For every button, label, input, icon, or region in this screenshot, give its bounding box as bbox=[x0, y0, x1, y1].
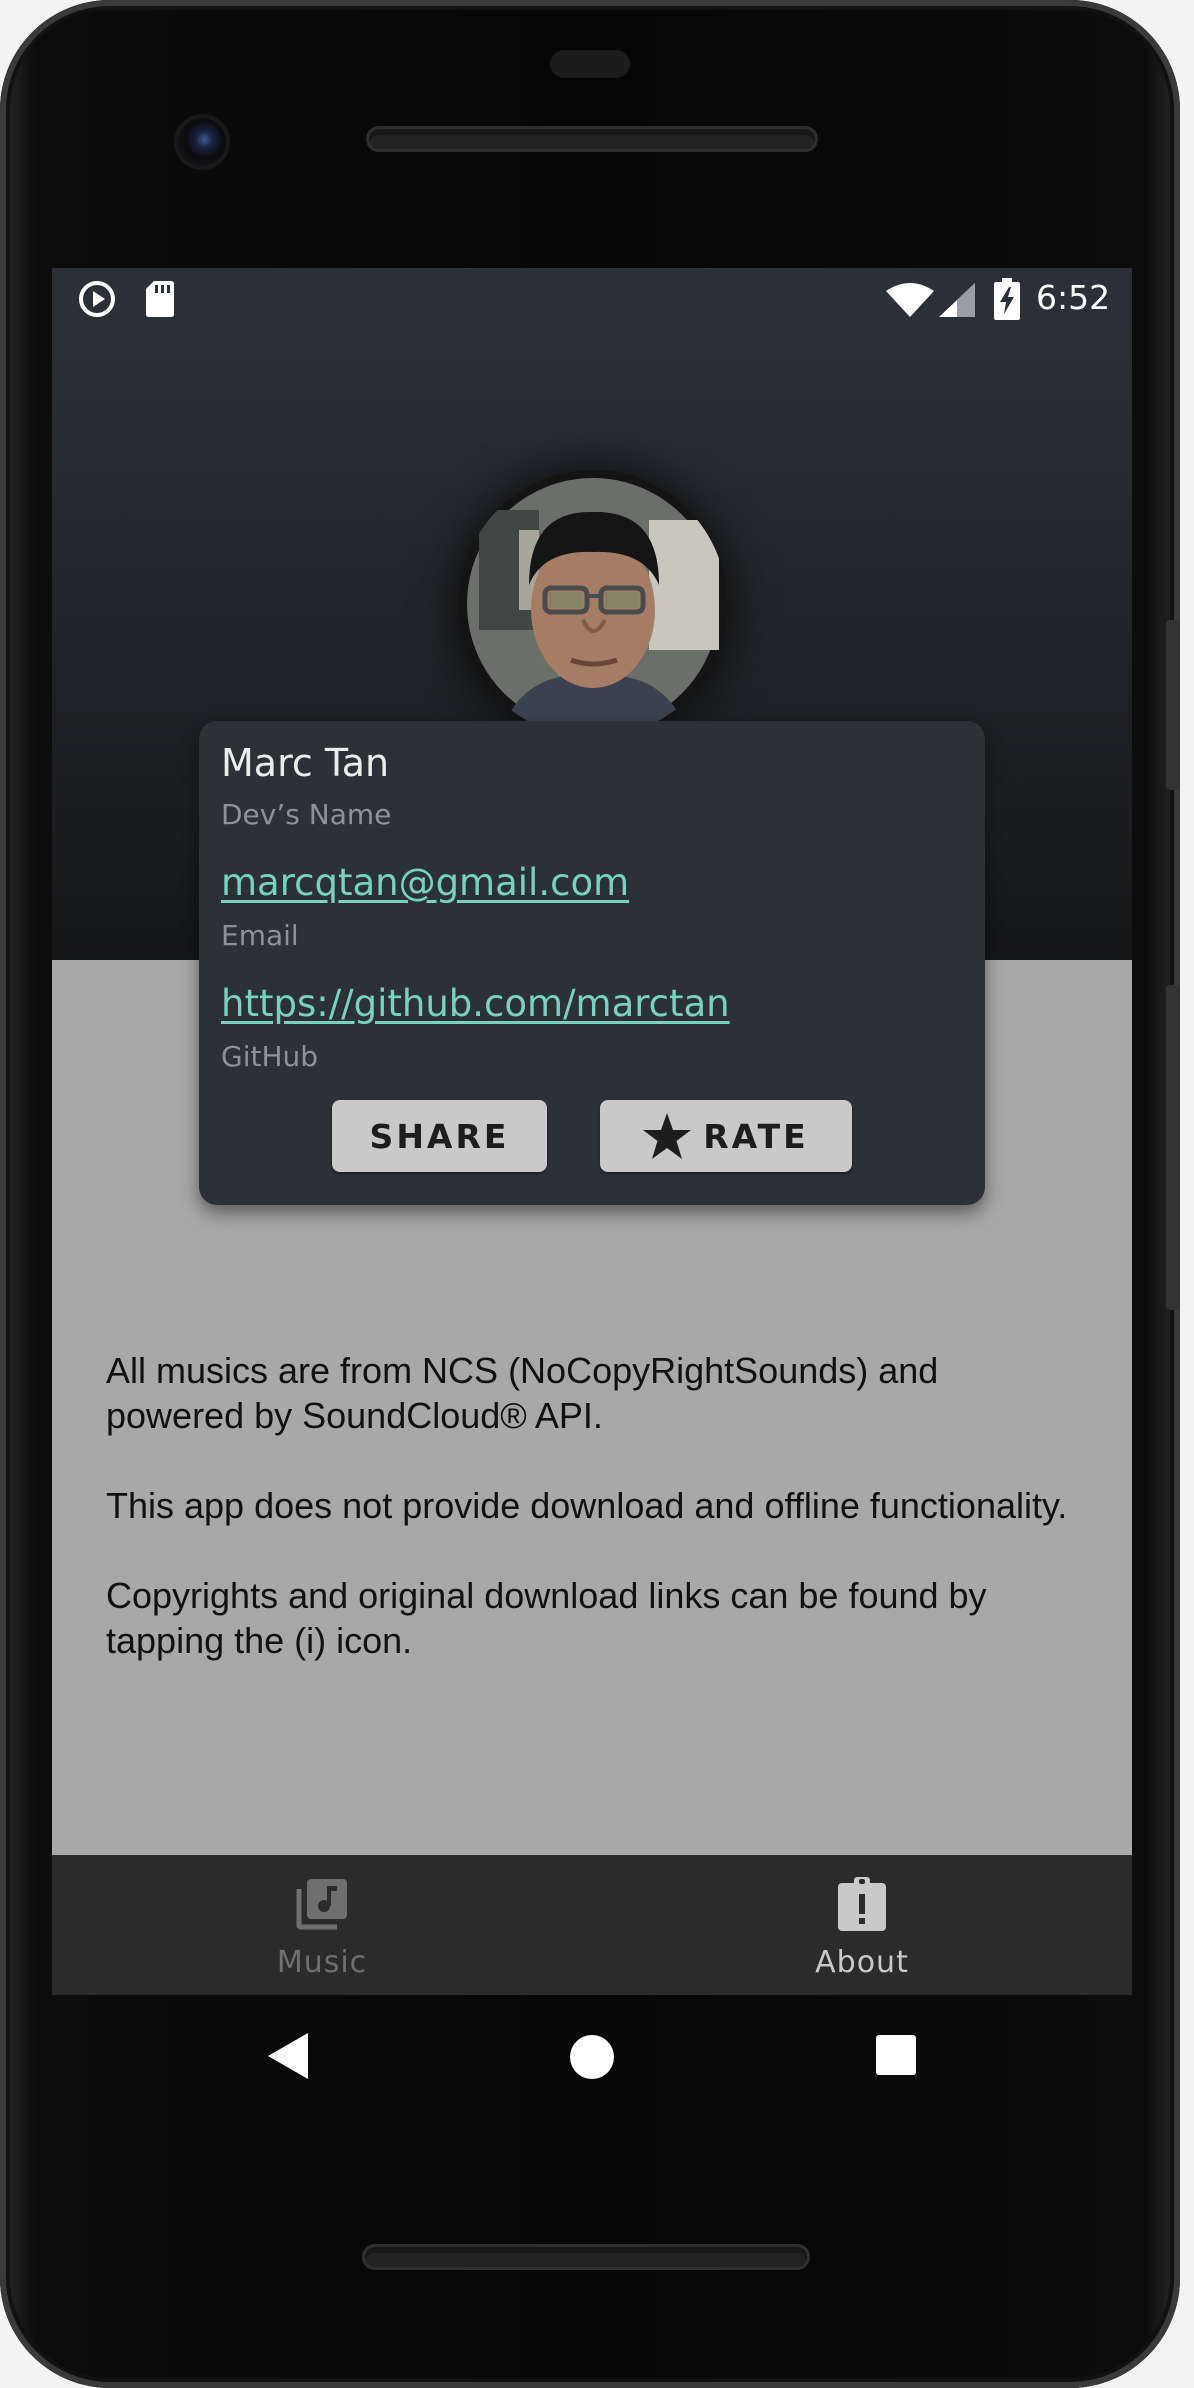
nav-label-music: Music bbox=[276, 1945, 368, 1980]
about-description: All musics are from NCS (NoCopyRightSoun… bbox=[106, 1348, 1086, 1708]
status-bar: 6:52 bbox=[52, 268, 1132, 330]
power-button bbox=[1166, 620, 1180, 790]
bottom-navigation: Music About bbox=[52, 1855, 1132, 1995]
github-link[interactable]: https://github.com/marctan bbox=[221, 982, 730, 1025]
battery-charging-icon bbox=[994, 278, 1020, 324]
play-circle-icon bbox=[78, 280, 116, 322]
nav-item-about[interactable]: About bbox=[592, 1855, 1132, 1995]
nav-item-music[interactable]: Music bbox=[52, 1855, 592, 1995]
home-icon[interactable] bbox=[570, 2035, 614, 2083]
sd-card-icon bbox=[145, 280, 175, 322]
about-paragraph: Copyrights and original download links c… bbox=[106, 1575, 987, 1661]
github-caption: GitHub bbox=[221, 1040, 319, 1073]
about-paragraph: This app does not provide download and o… bbox=[106, 1485, 1068, 1526]
front-camera-icon bbox=[178, 118, 226, 166]
bottom-speaker bbox=[362, 2244, 810, 2270]
wifi-icon bbox=[886, 283, 934, 321]
dev-name: Marc Tan bbox=[221, 741, 390, 785]
earpiece-speaker bbox=[366, 126, 818, 152]
cell-signal-icon bbox=[939, 283, 975, 321]
email-caption: Email bbox=[221, 919, 299, 952]
volume-rocker bbox=[1166, 985, 1180, 1310]
system-navigation-bar bbox=[0, 1995, 1180, 2115]
dev-name-caption: Dev’s Name bbox=[221, 798, 392, 831]
star-icon bbox=[643, 1113, 692, 1159]
avatar bbox=[459, 470, 727, 738]
nav-label-about: About bbox=[815, 1945, 909, 1980]
share-button[interactable]: SHARE bbox=[332, 1100, 547, 1172]
share-button-label: SHARE bbox=[369, 1116, 510, 1156]
rate-button[interactable]: RATE bbox=[600, 1100, 852, 1172]
status-time: 6:52 bbox=[1036, 278, 1111, 317]
proximity-sensor bbox=[550, 50, 630, 78]
about-paragraph: All musics are from NCS (NoCopyRightSoun… bbox=[106, 1350, 939, 1436]
screen: 6:52 Marc Tan Dev’s Name marcqtan@gmail.… bbox=[52, 268, 1132, 1995]
recent-apps-icon[interactable] bbox=[876, 2035, 916, 2079]
about-info-icon bbox=[835, 1877, 889, 1937]
profile-card: Marc Tan Dev’s Name marcqtan@gmail.com E… bbox=[199, 721, 985, 1205]
phone-frame: 6:52 Marc Tan Dev’s Name marcqtan@gmail.… bbox=[0, 0, 1180, 2388]
email-link[interactable]: marcqtan@gmail.com bbox=[221, 861, 629, 904]
back-icon[interactable] bbox=[268, 2033, 308, 2083]
rate-button-label: RATE bbox=[703, 1116, 809, 1156]
music-library-icon bbox=[295, 1877, 349, 1935]
